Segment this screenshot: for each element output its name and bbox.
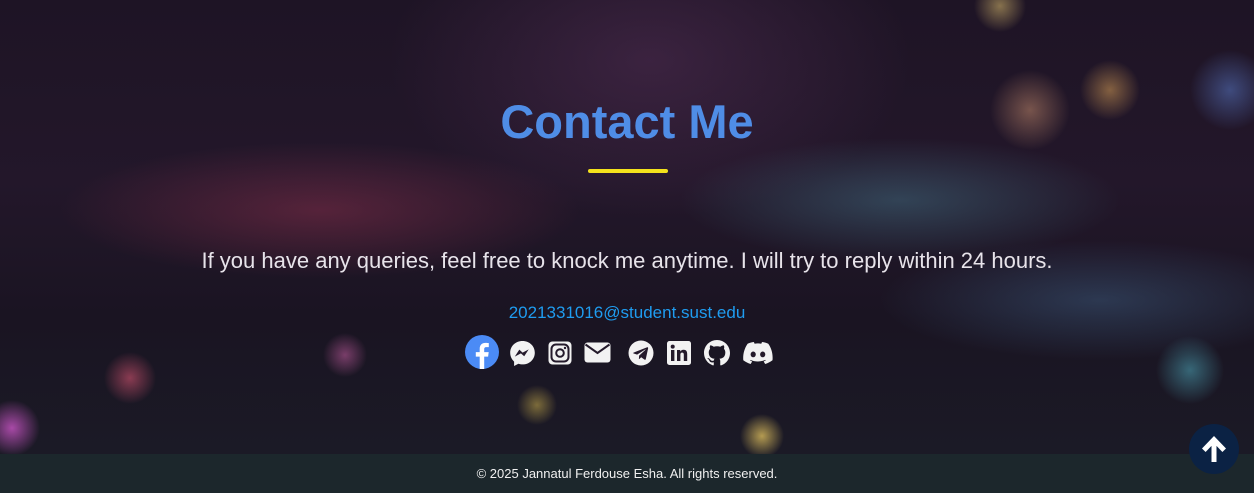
contact-tagline: If you have any queries, feel free to kn… <box>201 248 1053 273</box>
social-links <box>465 335 775 371</box>
email-link[interactable]: 2021331016@student.sust.edu <box>0 301 1254 325</box>
messenger-link[interactable] <box>509 340 536 376</box>
site-footer: © 2025 Jannatul Ferdouse Esha. All right… <box>0 454 1254 493</box>
telegram-link[interactable] <box>628 340 654 376</box>
instagram-icon <box>548 341 572 365</box>
telegram-icon <box>628 340 654 366</box>
title-underline <box>588 169 668 173</box>
scroll-to-top-button[interactable] <box>1189 424 1239 474</box>
linkedin-icon <box>667 341 691 365</box>
arrow-up-icon <box>1202 436 1226 462</box>
instagram-link[interactable] <box>548 341 572 377</box>
section-title: Contact Me <box>500 95 754 148</box>
linkedin-link[interactable] <box>667 341 691 377</box>
copyright-text: © 2025 Jannatul Ferdouse Esha. All right… <box>476 466 778 481</box>
discord-link[interactable] <box>743 342 773 378</box>
contact-section: Contact Me If you have any queries, feel… <box>0 0 1254 454</box>
messenger-icon <box>510 341 535 366</box>
github-icon <box>704 340 730 366</box>
mail-link[interactable] <box>584 342 611 378</box>
github-link[interactable] <box>704 340 730 376</box>
facebook-link[interactable] <box>465 335 499 371</box>
discord-icon <box>743 342 773 364</box>
mail-icon <box>584 342 611 363</box>
facebook-icon <box>465 335 499 369</box>
contact-page: Contact Me If you have any queries, feel… <box>0 0 1254 493</box>
